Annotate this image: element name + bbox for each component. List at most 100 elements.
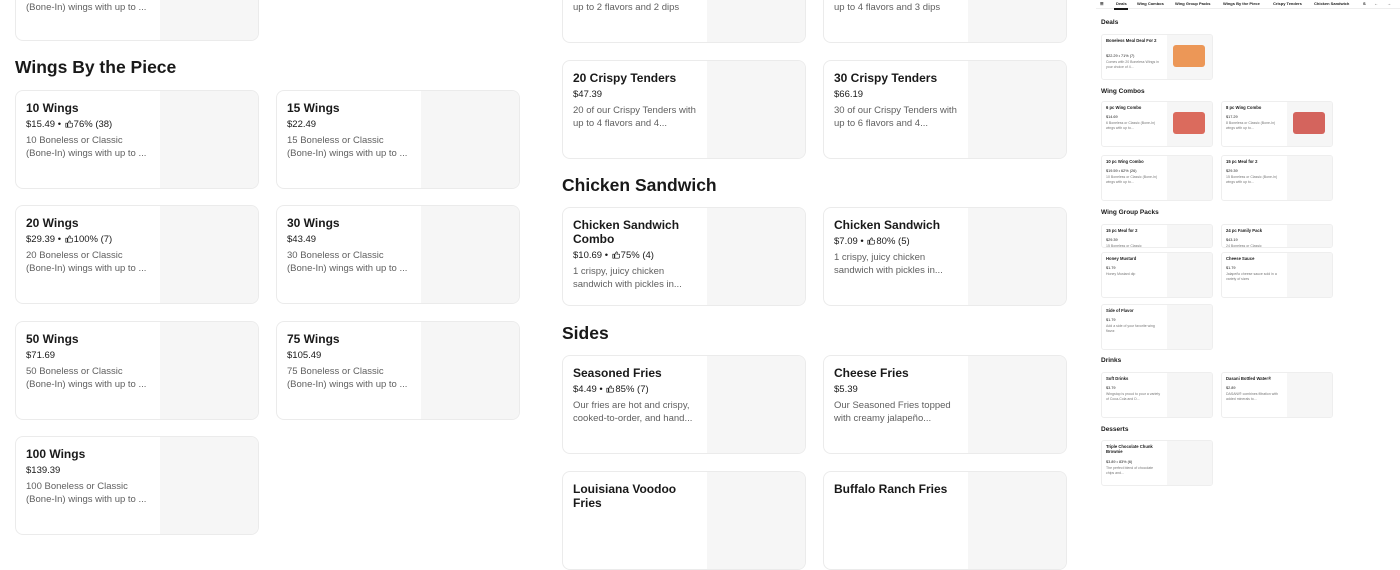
menu-item-card[interactable]: 100 Wings $139.39 100 Boneless or Classic … [15,436,259,535]
mini-menu-item-card[interactable]: 6 pc Wing Combo $14.69 6 Boneless or Class… [1101,101,1213,147]
chevron-right-icon[interactable]: → [1387,1,1391,6]
item-price-rating: $71.69 [26,350,55,361]
tab-deals[interactable]: Deals [1116,1,1127,6]
item-name: Honey Mustard [1106,256,1137,261]
food-image [160,91,258,188]
item-rating: 100% (7) [73,234,113,245]
food-image [707,356,805,453]
mini-menu-item-card[interactable]: 8 pc Wing Combo $17.29 8 Boneless or Class… [1221,101,1333,147]
menu-item-card[interactable]: 50 Wings $71.69 50 Boneless or Classic (Bo… [15,321,259,420]
thumbs-up-icon [65,235,73,243]
menu-item-card[interactable]: Cheese Fries $5.39 Our Seasoned Fries topp… [823,355,1067,454]
menu-item-card[interactable]: Chicken Sandwich $7.09 • 80% (5) 1 crispy,… [823,207,1067,306]
food-image [1167,373,1212,417]
tab-wing-combos[interactable]: Wing Combos [1137,1,1164,6]
item-price: $22.49 [287,119,317,130]
tab-wings-by-piece[interactable]: Wings By the Piece [1223,1,1260,6]
item-description: 15 Boneless or Classic [1106,244,1142,248]
mini-menu-item-card[interactable]: Triple Chocolate Chunk Brownie $3.89 • 83… [1101,440,1213,486]
item-name: Cheese Fries [834,366,909,380]
food-image [1167,253,1212,297]
mini-menu-item-card[interactable]: Dasani Bottled Water® $2.89 DASANI® combin… [1221,372,1333,418]
menu-item-card[interactable]: Buffalo Ranch Fries [823,471,1067,570]
menu-item-card[interactable]: 30 Wings $43.49 30 Boneless or Classic (Bo… [276,205,520,304]
item-description: up to 4 flavors and 3 dips [834,2,941,13]
item-name: Chicken Sandwich [834,218,941,232]
item-name: Chicken Sandwich Combo [573,218,680,246]
menu-item-card[interactable]: 10 Wings $15.49 • 76% (38) 10 Boneless or … [15,90,259,189]
mini-menu-item-card[interactable]: 10 pc Wing Combo $19.59 • 62% (26) 10 Bone… [1101,155,1213,201]
item-price: $15.49 [26,119,56,130]
menu-item-card[interactable]: up to 4 flavors and 3 dips [823,0,1067,43]
item-description: 75 Boneless or Classic (Bone-In) wings w… [287,366,408,390]
item-price: $1.79 [1106,266,1116,270]
item-name: 100 Wings [26,447,86,461]
tab-crispy-tenders[interactable]: Crispy Tenders [1273,1,1302,6]
item-name: 30 Wings [287,216,340,230]
food-image [1287,156,1332,200]
mini-menu-item-card[interactable]: Cheese Sauce $1.79 Jalapeño cheese sauce s… [1221,252,1333,298]
menu-item-card[interactable]: 30 Crispy Tenders $66.19 30 of our Crispy … [823,60,1067,159]
food-image [968,472,1066,569]
menu-item-card[interactable]: 15 Wings $22.49 15 Boneless or Classic (Bo… [276,90,520,189]
mini-menu-item-card[interactable]: Boneless Meal Deal For 2 $22.29 • 71% (7)… [1101,34,1213,80]
item-name: Soft Drinks [1106,376,1129,381]
item-description: 30 of our Crispy Tenders with up to 6 fl… [834,105,957,129]
tab-chicken-sandwich[interactable]: Chicken Sandwich [1314,1,1349,6]
item-description: DASANI® combines filtration with added m… [1226,392,1278,401]
mini-menu-item-card[interactable]: Side of Flavor $1.79 Add a side of your fa… [1101,304,1213,350]
food-image [707,0,805,42]
item-name: Louisiana Voodoo Fries [573,482,677,510]
item-name: 75 Wings [287,332,340,346]
food-image [1167,35,1212,79]
item-description: 20 of our Crispy Tenders with up to 4 fl… [573,105,696,129]
item-price-rating: $139.39 [26,465,60,476]
item-name: Dasani Bottled Water® [1226,376,1272,381]
mini-menu-item-card[interactable]: 24 pc Family Pack $43.19 24 Boneless or Cl… [1221,224,1333,248]
item-price: $139.39 [26,465,61,476]
tab-wing-group-packs[interactable]: Wing Group Packs [1175,1,1211,6]
item-price-rating: $4.49 • 85% (7) [573,384,649,395]
food-image [1167,225,1212,247]
item-rating: 80% (5) [876,236,910,247]
mini-menu-item-card[interactable]: 15 pc Meal for 2 $29.39 15 Boneless or Cla… [1101,224,1213,248]
active-tab-indicator [1114,8,1128,10]
mini-menu-item-card[interactable]: Honey Mustard $1.79 Honey Mustard dip [1101,252,1213,298]
menu-minimap-panel: ☰ Deals Wing Combos Wing Group Packs Win… [1096,0,1400,500]
menu-item-card[interactable]: Chicken Sandwich Combo $10.69 • 75% (4) 1 … [562,207,806,306]
item-price-rating: $105.49 [287,350,321,361]
item-description: 6 Boneless or Classic (Bone-In) wings wi… [1106,121,1156,130]
item-name: Triple Chocolate Chunk Brownie [1106,444,1153,454]
menu-item-card[interactable]: 75 Wings $105.49 75 Boneless or Classic (B… [276,321,520,420]
item-price: $66.19 [834,89,864,100]
section-heading-desserts: Desserts [1101,426,1129,433]
section-heading-wings-by-piece: Wings By the Piece [15,57,177,77]
item-description: 10 Boneless or Classic (Bone-In) wings w… [1106,175,1158,184]
menu-item-card[interactable]: Seasoned Fries $4.49 • 85% (7) Our fries a… [562,355,806,454]
chevron-left-icon[interactable]: ← [1374,1,1378,6]
mini-menu-item-card[interactable]: 15 pc Meal for 2 $29.39 15 Boneless or Cla… [1221,155,1333,201]
item-name: 10 Wings [26,101,79,115]
menu-item-card[interactable]: Louisiana Voodoo Fries [562,471,806,570]
food-image [421,91,519,188]
menu-icon[interactable]: ☰ [1100,1,1104,6]
item-price-rating: $7.09 • 80% (5) [834,236,910,247]
menu-item-card[interactable]: 20 Wings $29.39 • 100% (7) 20 Boneless or … [15,205,259,304]
menu-item-card[interactable]: up to 2 flavors and 2 dips [562,0,806,43]
item-name: 24 pc Family Pack [1226,228,1263,233]
item-description: 10 Boneless or Classic (Bone-In) wings w… [26,135,147,159]
mini-menu-item-card[interactable]: Soft Drinks $3.79 Wingstop is proud to pou… [1101,372,1213,418]
item-description: (Bone-In) wings with up to ... [26,2,147,13]
item-price: $43.49 [287,234,317,245]
thumbs-up-icon [606,385,615,393]
item-description: 1 crispy, juicy chicken sandwich with pi… [834,252,943,276]
item-price: $7.09 [834,236,858,247]
thumbs-up-icon [867,237,876,245]
item-name: Boneless Meal Deal For 2 [1106,38,1157,43]
item-price-rating: $10.69 • 75% (4) [573,250,654,261]
menu-item-card[interactable]: 20 Crispy Tenders $47.39 20 of our Crispy … [562,60,806,159]
menu-item-card[interactable]: (Bone-In) wings with up to ... [15,0,259,41]
tab-sides[interactable]: S [1363,1,1366,6]
item-price-rating: $22.49 [287,119,316,130]
food-image [968,208,1066,305]
